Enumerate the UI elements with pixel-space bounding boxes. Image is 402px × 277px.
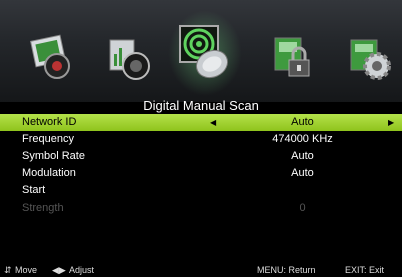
symbol-rate-label: Symbol Rate [22,150,85,162]
network-id-row[interactable]: Network ID ◀ Auto ▶ [0,114,402,131]
strength-label: Strength [22,202,64,214]
adjust-hint: Adjust [69,265,95,275]
picture-menu-icon[interactable] [18,18,88,98]
right-arrow-icon[interactable]: ▶ [388,114,394,131]
move-hint: Move [15,265,38,275]
menu-return-hint: MENU: Return [257,265,316,275]
page-title: Digital Manual Scan [143,98,259,113]
modulation-label: Modulation [22,167,76,179]
start-label: Start [22,184,46,196]
strength-value: 0 [299,202,306,214]
sound-menu-icon[interactable] [95,18,165,98]
strength-row: Strength 0 [0,200,402,217]
modulation-value: Auto [291,167,314,179]
symbol-rate-row[interactable]: Symbol Rate Auto [0,148,402,165]
symbol-rate-value: Auto [291,150,314,162]
left-arrow-icon[interactable]: ◀ [210,114,216,131]
channel-menu-icon[interactable] [168,10,242,96]
lock-menu-icon[interactable] [258,18,328,98]
menu-icon-bar [0,0,402,102]
start-row[interactable]: Start [0,182,402,199]
exit-hint: EXIT: Exit [345,265,385,275]
footer-hints: ⇵ Move ◀▶ Adjust MENU: Return EXIT: Exit [0,263,402,277]
setup-menu-icon[interactable] [336,18,402,98]
frequency-value: 474000 KHz [272,133,333,145]
modulation-row[interactable]: Modulation Auto [0,165,402,182]
frequency-row[interactable]: Frequency 474000 KHz [0,131,402,148]
network-id-label: Network ID [22,116,77,128]
frequency-label: Frequency [22,133,74,145]
left-right-arrow-icon: ◀▶ [52,265,66,275]
up-down-arrow-icon: ⇵ [4,265,12,275]
network-id-value: Auto [291,116,314,128]
